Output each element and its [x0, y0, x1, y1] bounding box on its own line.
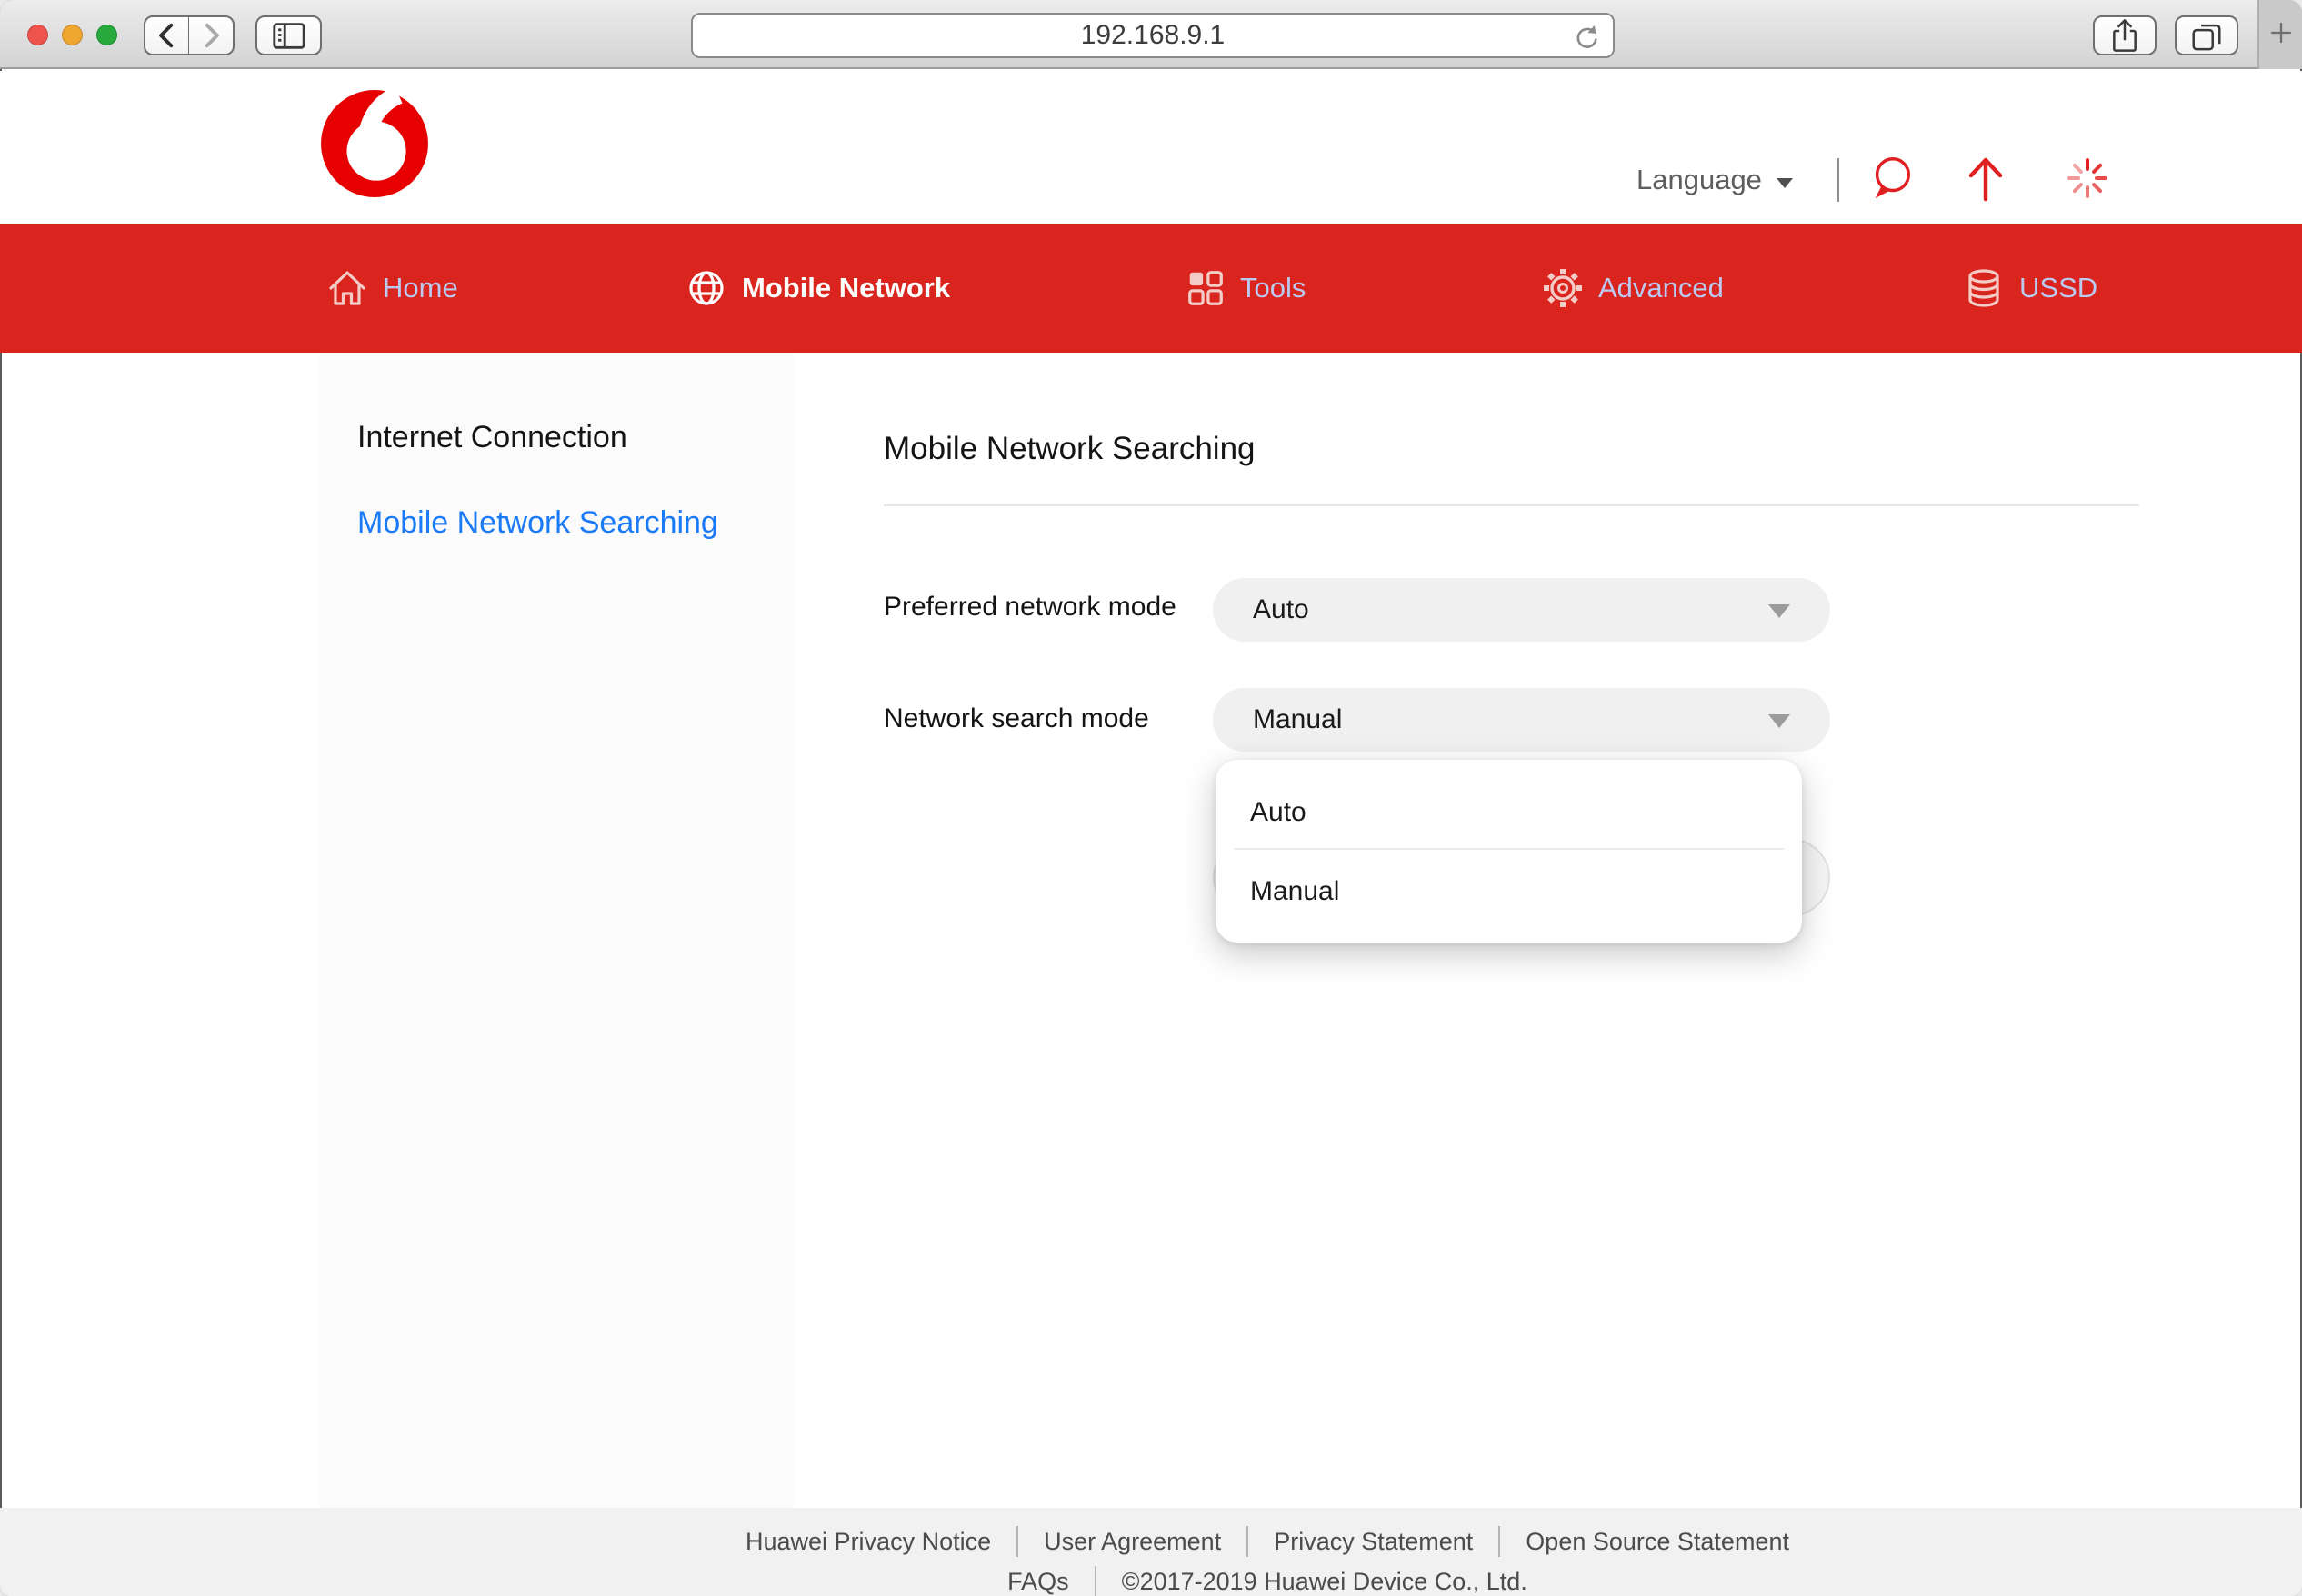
- network-search-mode-select[interactable]: Manual: [1213, 688, 1830, 752]
- field-label-network-search-mode: Network search mode: [884, 703, 1149, 734]
- dropdown-option-auto[interactable]: Auto: [1216, 760, 1802, 848]
- tabs-icon: [2187, 16, 2226, 55]
- nav-label-home: Home: [383, 272, 458, 304]
- nav-item-mobile-network[interactable]: Mobile Network: [685, 224, 950, 353]
- main-nav: Home Mobile Network Tools: [0, 224, 2302, 353]
- page-title: Mobile Network Searching: [884, 431, 1256, 467]
- dropdown-option-manual[interactable]: Manual: [1216, 850, 1802, 943]
- database-icon: [1962, 266, 2006, 310]
- url-bar[interactable]: 192.168.9.1: [691, 13, 1615, 58]
- footer-separator: [1095, 1566, 1096, 1596]
- preferred-network-mode-select[interactable]: Auto: [1213, 578, 1830, 642]
- footer-copyright: ©2017-2019 Huawei Device Co., Ltd.: [1122, 1568, 1527, 1596]
- sidebar-section-title: Internet Connection: [357, 420, 627, 455]
- footer-link-privacy-statement[interactable]: Privacy Statement: [1274, 1528, 1473, 1556]
- nav-label-ussd: USSD: [2019, 272, 2097, 304]
- browser-window: 192.168.9.1: [0, 0, 2302, 1596]
- footer-link-open-source-statement[interactable]: Open Source Statement: [1526, 1528, 1789, 1556]
- footer-link-huawei-privacy-notice[interactable]: Huawei Privacy Notice: [746, 1528, 991, 1556]
- plus-icon: [2266, 17, 2297, 53]
- nav-label-advanced: Advanced: [1598, 272, 1724, 304]
- forward-button[interactable]: [188, 15, 235, 55]
- upload-arrow-icon[interactable]: [1963, 154, 2008, 207]
- close-window-button[interactable]: [27, 25, 48, 45]
- title-divider: [884, 504, 2139, 506]
- share-icon: [2107, 16, 2143, 55]
- network-search-mode-value: Manual: [1213, 704, 1342, 735]
- sidebar-toggle-button[interactable]: [255, 15, 322, 55]
- nav-item-tools[interactable]: Tools: [1185, 224, 1306, 353]
- share-button[interactable]: [2093, 15, 2157, 55]
- url-text: 192.168.9.1: [1081, 20, 1225, 51]
- footer-links-row: Huawei Privacy Notice User Agreement Pri…: [116, 1526, 2302, 1557]
- site-header: Language: [0, 71, 2302, 224]
- nav-item-ussd[interactable]: USSD: [1962, 224, 2097, 353]
- spinner-icon: [2065, 155, 2110, 205]
- chevron-down-icon: [1768, 604, 1790, 618]
- forward-icon: [194, 18, 228, 53]
- footer-copyright-row: FAQs ©2017-2019 Huawei Device Co., Ltd.: [116, 1566, 2302, 1596]
- language-menu[interactable]: Language: [1636, 164, 1762, 196]
- tabs-overview-button[interactable]: [2175, 15, 2238, 55]
- footer-link-faqs[interactable]: FAQs: [1007, 1568, 1069, 1596]
- vodafone-logo: [319, 88, 430, 199]
- grid-icon: [1185, 267, 1226, 309]
- globe-icon: [685, 266, 728, 310]
- nav-label-tools: Tools: [1240, 272, 1306, 304]
- gear-icon: [1541, 266, 1585, 310]
- zoom-window-button[interactable]: [96, 25, 117, 45]
- nav-item-advanced[interactable]: Advanced: [1541, 224, 1724, 353]
- nav-item-home[interactable]: Home: [325, 224, 458, 353]
- footer-separator: [1016, 1526, 1018, 1557]
- footer-link-user-agreement[interactable]: User Agreement: [1044, 1528, 1221, 1556]
- browser-chrome: 192.168.9.1: [0, 0, 2302, 69]
- header-divider: [1837, 158, 1839, 202]
- footer-separator: [1246, 1526, 1248, 1557]
- footer-separator: [1498, 1526, 1500, 1557]
- home-icon: [325, 266, 369, 310]
- chevron-down-icon: [1777, 178, 1793, 188]
- network-search-mode-dropdown: Auto Manual: [1216, 760, 1802, 943]
- sidebar-toggle-icon: [268, 17, 310, 54]
- nav-label-mobile-network: Mobile Network: [742, 272, 950, 304]
- header-controls: Language: [1636, 155, 2110, 205]
- sidebar-item-mobile-network-searching[interactable]: Mobile Network Searching: [357, 505, 718, 541]
- field-label-preferred-network-mode: Preferred network mode: [884, 592, 1176, 623]
- preferred-network-mode-value: Auto: [1213, 594, 1309, 625]
- sidebar: Internet Connection Mobile Network Searc…: [319, 353, 794, 1508]
- reload-button[interactable]: [1569, 21, 1602, 58]
- new-tab-button[interactable]: [2257, 0, 2302, 69]
- minimize-window-button[interactable]: [62, 25, 83, 45]
- chevron-down-icon: [1768, 714, 1790, 728]
- back-button[interactable]: [144, 15, 190, 55]
- chat-icon[interactable]: [1867, 154, 1916, 207]
- page-footer: Huawei Privacy Notice User Agreement Pri…: [0, 1508, 2302, 1596]
- back-icon: [150, 18, 185, 53]
